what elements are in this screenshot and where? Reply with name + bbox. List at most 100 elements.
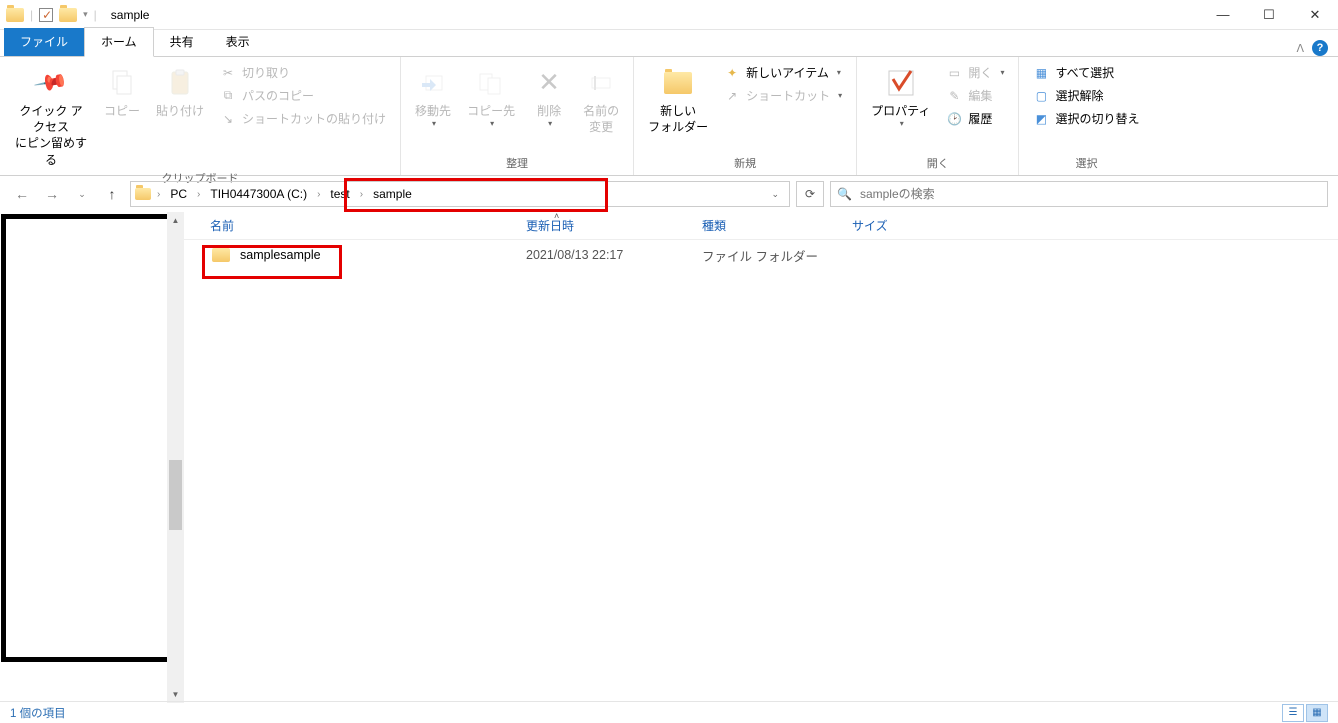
- crumb-drive[interactable]: TIH0447300A (C:): [206, 187, 311, 201]
- paste-icon: [164, 67, 196, 99]
- open-button[interactable]: ▭ 開く▾: [944, 63, 1006, 82]
- nav-forward-button[interactable]: →: [40, 182, 64, 206]
- search-input[interactable]: [860, 187, 1321, 201]
- cut-button[interactable]: ✂ 切り取り: [218, 63, 388, 82]
- ribbon-group-open: プロパティ▾ ▭ 開く▾ ✎ 編集 🕑 履歴 開く: [857, 57, 1019, 175]
- nav-up-button[interactable]: ↑: [100, 182, 124, 206]
- history-button[interactable]: 🕑 履歴: [944, 109, 1006, 128]
- pin-quick-access-button[interactable]: 📌 クイック アクセス にピン留めする: [8, 61, 94, 168]
- crumb-sep[interactable]: ›: [195, 189, 202, 200]
- crumb-test[interactable]: test: [326, 187, 353, 201]
- rename-icon: [585, 67, 617, 99]
- scrollbar-thumb[interactable]: [169, 460, 182, 530]
- new-folder-icon: [662, 67, 694, 99]
- tab-share[interactable]: 共有: [154, 28, 210, 56]
- item-name: samplesample: [240, 248, 321, 262]
- nav-recent-dropdown[interactable]: ⌄: [70, 182, 94, 206]
- help-icon[interactable]: ?: [1312, 40, 1328, 56]
- ribbon-group-organize: 移動先▾ コピー先▾ ✕ 削除▾ 名前の 変更 整理: [401, 57, 634, 175]
- list-item[interactable]: samplesample 2021/08/13 22:17 ファイル フォルダー: [184, 240, 1338, 270]
- new-item-button[interactable]: ✦ 新しいアイテム▾: [722, 63, 844, 82]
- address-dropdown-icon[interactable]: ⌄: [765, 189, 785, 200]
- paste-button[interactable]: 貼り付け: [150, 61, 210, 119]
- maximize-button[interactable]: ☐: [1246, 0, 1292, 30]
- annotation-black-box: [1, 214, 179, 662]
- view-details-button[interactable]: ☰: [1282, 704, 1304, 722]
- tab-file[interactable]: ファイル: [4, 28, 84, 56]
- column-size[interactable]: サイズ: [838, 217, 958, 234]
- crumb-pc[interactable]: PC: [166, 187, 191, 201]
- minimize-button[interactable]: —: [1200, 0, 1246, 30]
- invert-icon: ◩: [1033, 111, 1049, 127]
- select-none-icon: ▢: [1033, 88, 1049, 104]
- ribbon-group-select: ▦ すべて選択 ▢ 選択解除 ◩ 選択の切り替え 選択: [1019, 57, 1153, 175]
- delete-icon: ✕: [533, 67, 565, 99]
- column-date[interactable]: 更新日時: [512, 217, 688, 234]
- navigation-pane[interactable]: ▲ ▼: [0, 212, 184, 703]
- qat-separator-2: |: [94, 8, 97, 22]
- rename-button[interactable]: 名前の 変更: [577, 61, 625, 135]
- item-type: ファイル フォルダー: [688, 246, 838, 265]
- scroll-up-icon[interactable]: ▲: [167, 212, 184, 229]
- new-shortcut-button[interactable]: ↗ ショートカット▾: [722, 86, 844, 105]
- address-bar[interactable]: › PC › TIH0447300A (C:) › test › sample …: [130, 181, 790, 207]
- group-label-select: 選択: [1027, 153, 1145, 173]
- select-all-icon: ▦: [1033, 65, 1049, 81]
- open-icon: ▭: [946, 65, 962, 81]
- window-title: sample: [103, 8, 158, 22]
- column-headers: 名前 更新日時 種類 サイズ: [184, 212, 1338, 240]
- crumb-sep[interactable]: ›: [155, 189, 162, 200]
- qat-folder-icon[interactable]: [59, 8, 77, 22]
- edit-button[interactable]: ✎ 編集: [944, 86, 1006, 105]
- move-to-button[interactable]: 移動先▾: [409, 61, 457, 130]
- view-large-button[interactable]: ▦: [1306, 704, 1328, 722]
- scissors-icon: ✂: [220, 65, 236, 81]
- column-type[interactable]: 種類: [688, 217, 838, 234]
- copy-button[interactable]: コピー: [98, 61, 146, 119]
- properties-icon: [885, 67, 917, 99]
- navpane-scrollbar[interactable]: ▲ ▼: [167, 212, 184, 703]
- ribbon-group-new: 新しい フォルダー ✦ 新しいアイテム▾ ↗ ショートカット▾ 新規: [634, 57, 857, 175]
- invert-select-button[interactable]: ◩ 選択の切り替え: [1031, 109, 1141, 128]
- new-folder-button[interactable]: 新しい フォルダー: [642, 61, 714, 135]
- paste-shortcut-button[interactable]: ↘ ショートカットの貼り付け: [218, 109, 388, 128]
- sort-indicator-icon: ˄: [554, 211, 559, 221]
- select-none-button[interactable]: ▢ 選択解除: [1031, 86, 1141, 105]
- copy-path-button[interactable]: ⧉ パスのコピー: [218, 86, 388, 105]
- column-name[interactable]: 名前: [184, 217, 512, 234]
- refresh-button[interactable]: ⟳: [796, 181, 824, 207]
- file-list: ˄ 名前 更新日時 種類 サイズ samplesample 2021/08/13…: [184, 212, 1338, 703]
- qat-separator: |: [30, 8, 33, 22]
- tab-view[interactable]: 表示: [210, 28, 266, 56]
- folder-icon: [212, 248, 230, 262]
- qat-checkbox-icon[interactable]: ✓: [39, 8, 53, 22]
- address-folder-icon: [135, 188, 151, 200]
- path-icon: ⧉: [220, 88, 236, 104]
- title-bar: | ✓ ▾ | sample — ☐ ✕: [0, 0, 1338, 30]
- item-count: 1 個の項目: [10, 705, 66, 721]
- search-box[interactable]: 🔍: [830, 181, 1328, 207]
- status-bar: 1 個の項目 ☰ ▦: [0, 701, 1338, 723]
- crumb-sep[interactable]: ›: [315, 189, 322, 200]
- ribbon-group-clipboard: 📌 クイック アクセス にピン留めする コピー 貼り付け ✂ 切り取り: [0, 57, 401, 175]
- close-button[interactable]: ✕: [1292, 0, 1338, 30]
- copy-to-button[interactable]: コピー先▾: [461, 61, 521, 130]
- properties-button[interactable]: プロパティ▾: [865, 61, 936, 130]
- crumb-sep[interactable]: ›: [358, 189, 365, 200]
- search-icon: 🔍: [837, 187, 852, 201]
- pin-icon: 📌: [29, 61, 74, 106]
- move-to-icon: [417, 67, 449, 99]
- crumb-sample[interactable]: sample: [369, 187, 416, 201]
- app-folder-icon: [6, 8, 24, 22]
- group-label-open: 開く: [865, 153, 1010, 173]
- copy-to-icon: [475, 67, 507, 99]
- group-label-new: 新規: [642, 153, 848, 173]
- group-label-organize: 整理: [409, 153, 625, 173]
- qat-dropdown-icon[interactable]: ▾: [83, 9, 88, 20]
- collapse-ribbon-icon[interactable]: ᐱ: [1296, 42, 1304, 55]
- delete-button[interactable]: ✕ 削除▾: [525, 61, 573, 130]
- nav-back-button[interactable]: ←: [10, 182, 34, 206]
- select-all-button[interactable]: ▦ すべて選択: [1031, 63, 1141, 82]
- tab-home[interactable]: ホーム: [84, 27, 154, 57]
- shortcut-icon: ↗: [724, 88, 740, 104]
